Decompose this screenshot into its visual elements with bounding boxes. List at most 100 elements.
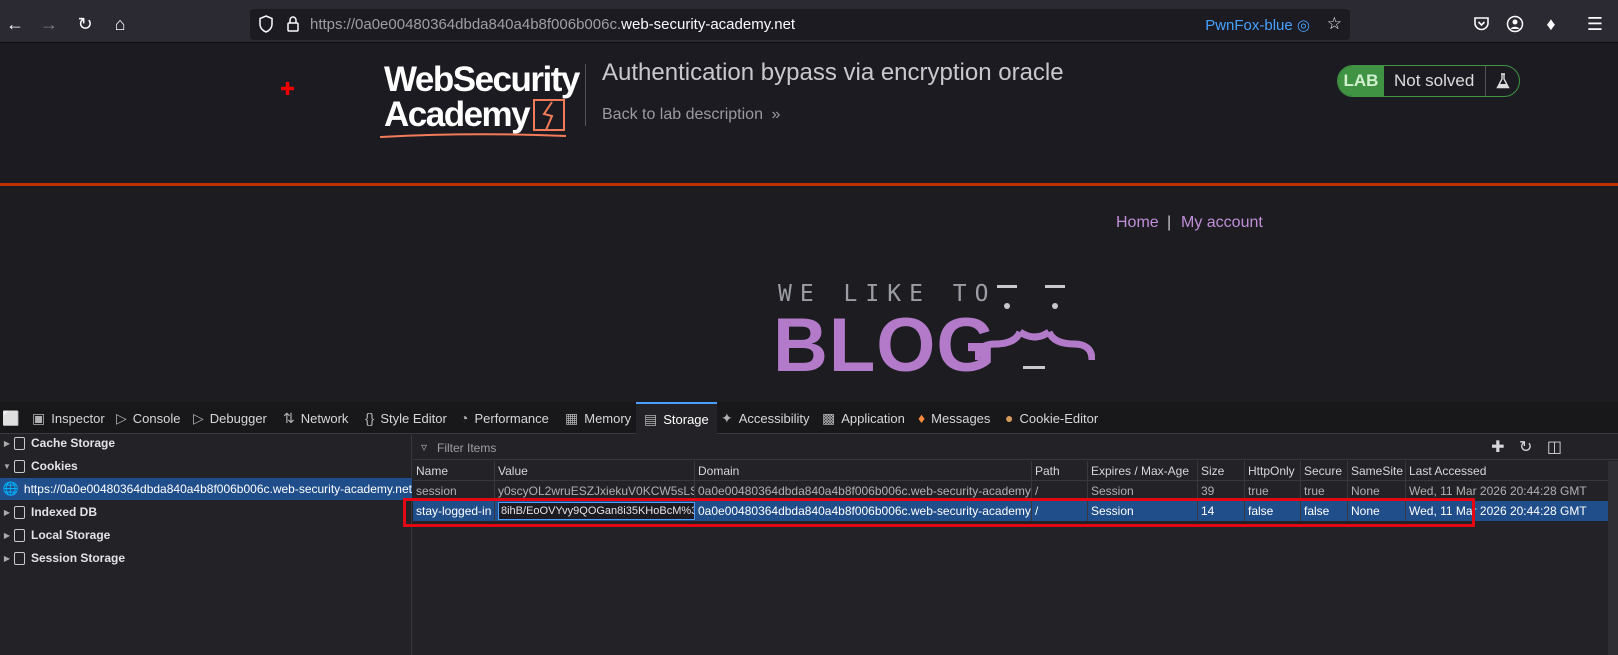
performance-icon: ◔: [460, 410, 469, 426]
collapse-arrow-icon: ▼: [3, 461, 11, 471]
lab-header: ✚ WebSecurity Academy Authentication byp…: [0, 44, 1618, 186]
inspector-icon: ▣: [32, 409, 46, 426]
blog-face-icon: [975, 285, 1095, 369]
tab-cookie-editor[interactable]: ● Cookie-Editor: [1005, 402, 1098, 434]
tab-storage[interactable]: ▤ Storage: [636, 402, 717, 434]
web-security-academy-logo[interactable]: WebSecurity Academy: [379, 62, 580, 138]
table-scrollbar[interactable]: [1608, 461, 1618, 655]
sidebar-item-indexed-db[interactable]: ▶ Indexed DB: [0, 501, 97, 523]
lock-icon[interactable]: [286, 15, 300, 38]
sidebar-item-session-storage[interactable]: ▶ Session Storage: [0, 547, 125, 569]
logo-bolt-icon: [533, 99, 566, 131]
back-icon[interactable]: ←: [0, 9, 30, 39]
sidebar-item-cache-storage[interactable]: ▶ Cache Storage: [0, 432, 115, 454]
header-divider: [585, 64, 586, 126]
console-icon: ▷: [116, 409, 127, 426]
url-domain: web-security-academy.net: [621, 16, 796, 33]
red-annotation-box: [403, 498, 1475, 527]
forward-icon[interactable]: →: [34, 9, 64, 39]
expand-arrow-icon: ▶: [3, 530, 11, 540]
url-prefix: https://0a0e00480364dbda840a4b8f006b006c…: [310, 16, 622, 33]
reload-icon[interactable]: ↻: [70, 9, 100, 39]
menu-icon[interactable]: ☰: [1580, 9, 1610, 39]
network-icon: ⇅: [283, 409, 295, 426]
devtools-panel: ⬜ ▣ Inspector ▷ Console ▷ Debugger ⇅ Network…: [0, 402, 1618, 655]
extensions-icon[interactable]: ♦: [1536, 9, 1566, 39]
accessibility-icon: ✦: [721, 409, 733, 426]
storage-icon: [14, 551, 25, 565]
expand-arrow-icon: ▶: [3, 553, 11, 563]
lab-title: Authentication bypass via encryption ora…: [602, 59, 1064, 86]
column-header-secure[interactable]: Secure: [1301, 461, 1348, 481]
tab-application[interactable]: ▩ Application: [822, 402, 905, 434]
container-label[interactable]: PwnFox-blue ◎: [1205, 16, 1310, 34]
web-page: ✚ WebSecurity Academy Authentication byp…: [0, 44, 1618, 402]
column-header-domain[interactable]: Domain: [695, 461, 1032, 481]
tab-accessibility[interactable]: ✦ Accessibility: [721, 402, 810, 434]
refresh-icon[interactable]: ↻: [1519, 439, 1532, 456]
pick-element-icon[interactable]: ⬜: [2, 402, 25, 434]
container-name: PwnFox-blue: [1205, 17, 1293, 34]
tab-style-editor[interactable]: {} Style Editor: [365, 402, 447, 434]
tab-debugger[interactable]: ▷ Debugger: [193, 402, 267, 434]
sidebar-item-cookie-host[interactable]: 🌐 https://0a0e00480364dbda840a4b8f006b006…: [0, 478, 412, 500]
table-header: Name Value Domain Path Expires / Max-Age…: [413, 461, 1618, 481]
tab-inspector[interactable]: ▣ Inspector: [32, 402, 105, 434]
column-header-value[interactable]: Value: [495, 461, 695, 481]
application-icon: ▩: [822, 409, 836, 426]
storage-icon: [14, 459, 25, 473]
nav-separator: |: [1167, 214, 1172, 231]
lab-badge-label: LAB: [1338, 66, 1384, 96]
browser-toolbar: ← → ↻ ⌂ https://0a0e00480364dbda840a4b8f…: [0, 5, 1618, 43]
filter-input[interactable]: Filter Items: [437, 441, 496, 455]
sidebar-item-cookies[interactable]: ▼ Cookies: [0, 455, 78, 477]
url-text: https://0a0e00480364dbda840a4b8f006b006c…: [310, 16, 795, 33]
lab-status-badge: LAB Not solved: [1337, 65, 1520, 97]
storage-icon: ▤: [644, 410, 658, 427]
add-item-icon[interactable]: ✚: [1491, 439, 1504, 456]
fingerprint-icon: ◎: [1296, 17, 1310, 34]
column-header-expires[interactable]: Expires / Max-Age: [1088, 461, 1198, 481]
nav-my-account-link[interactable]: My account: [1181, 214, 1263, 232]
sidebar-item-local-storage[interactable]: ▶ Local Storage: [0, 524, 110, 546]
debugger-icon: ▷: [193, 409, 204, 426]
column-header-size[interactable]: Size: [1198, 461, 1245, 481]
fox-icon: ♦: [918, 410, 926, 426]
style-editor-icon: {}: [365, 410, 375, 426]
tab-network[interactable]: ⇅ Network: [283, 402, 348, 434]
logo-underline: [379, 133, 567, 138]
memory-icon: ▦: [565, 409, 579, 426]
storage-icon: [14, 436, 25, 450]
column-header-httponly[interactable]: HttpOnly: [1245, 461, 1301, 481]
blog-banner-big-text: BLOG: [773, 303, 997, 388]
nav-home-link[interactable]: Home: [1116, 214, 1159, 232]
storage-icon: [14, 528, 25, 542]
lab-status-text: Not solved: [1394, 71, 1475, 90]
column-header-last-accessed[interactable]: Last Accessed: [1406, 461, 1608, 481]
tab-messages[interactable]: ♦ Messages: [918, 402, 990, 434]
logo-line2: Academy: [384, 97, 579, 132]
devtools-tab-bar: ⬜ ▣ Inspector ▷ Console ▷ Debugger ⇅ Network…: [0, 402, 1618, 434]
column-header-name[interactable]: Name: [413, 461, 495, 481]
account-icon[interactable]: [1500, 9, 1530, 39]
tab-console[interactable]: ▷ Console: [116, 402, 180, 434]
storage-icon: [14, 505, 25, 519]
sidebar-toggle-icon[interactable]: ◫: [1547, 439, 1562, 456]
column-header-path[interactable]: Path: [1032, 461, 1088, 481]
storage-sidebar: ▶ Cache Storage ▼ Cookies 🌐 https://0a0e004…: [0, 435, 412, 655]
home-icon[interactable]: ⌂: [105, 9, 135, 39]
tab-performance[interactable]: ◔ Performance: [460, 402, 549, 434]
tracking-shield-icon[interactable]: [258, 15, 274, 38]
tab-memory[interactable]: ▦ Memory: [565, 402, 631, 434]
expand-arrow-icon: ▶: [3, 507, 11, 517]
column-header-samesite[interactable]: SameSite: [1348, 461, 1406, 481]
back-to-lab-description-link[interactable]: Back to lab description »: [602, 106, 780, 124]
pocket-icon[interactable]: [1466, 9, 1496, 39]
address-bar[interactable]: https://0a0e00480364dbda840a4b8f006b006c…: [250, 9, 1350, 40]
cookies-table: ▿ Filter Items ✚ ↻ ◫ Name Value Domain P…: [413, 435, 1618, 655]
expand-arrow-icon: ▶: [3, 438, 11, 448]
globe-icon: 🌐: [2, 481, 19, 496]
filter-bar[interactable]: ▿ Filter Items ✚ ↻ ◫: [413, 435, 1618, 460]
bookmark-star-icon[interactable]: ☆: [1327, 14, 1342, 34]
cursor-crosshair-icon: ✚: [280, 79, 296, 99]
